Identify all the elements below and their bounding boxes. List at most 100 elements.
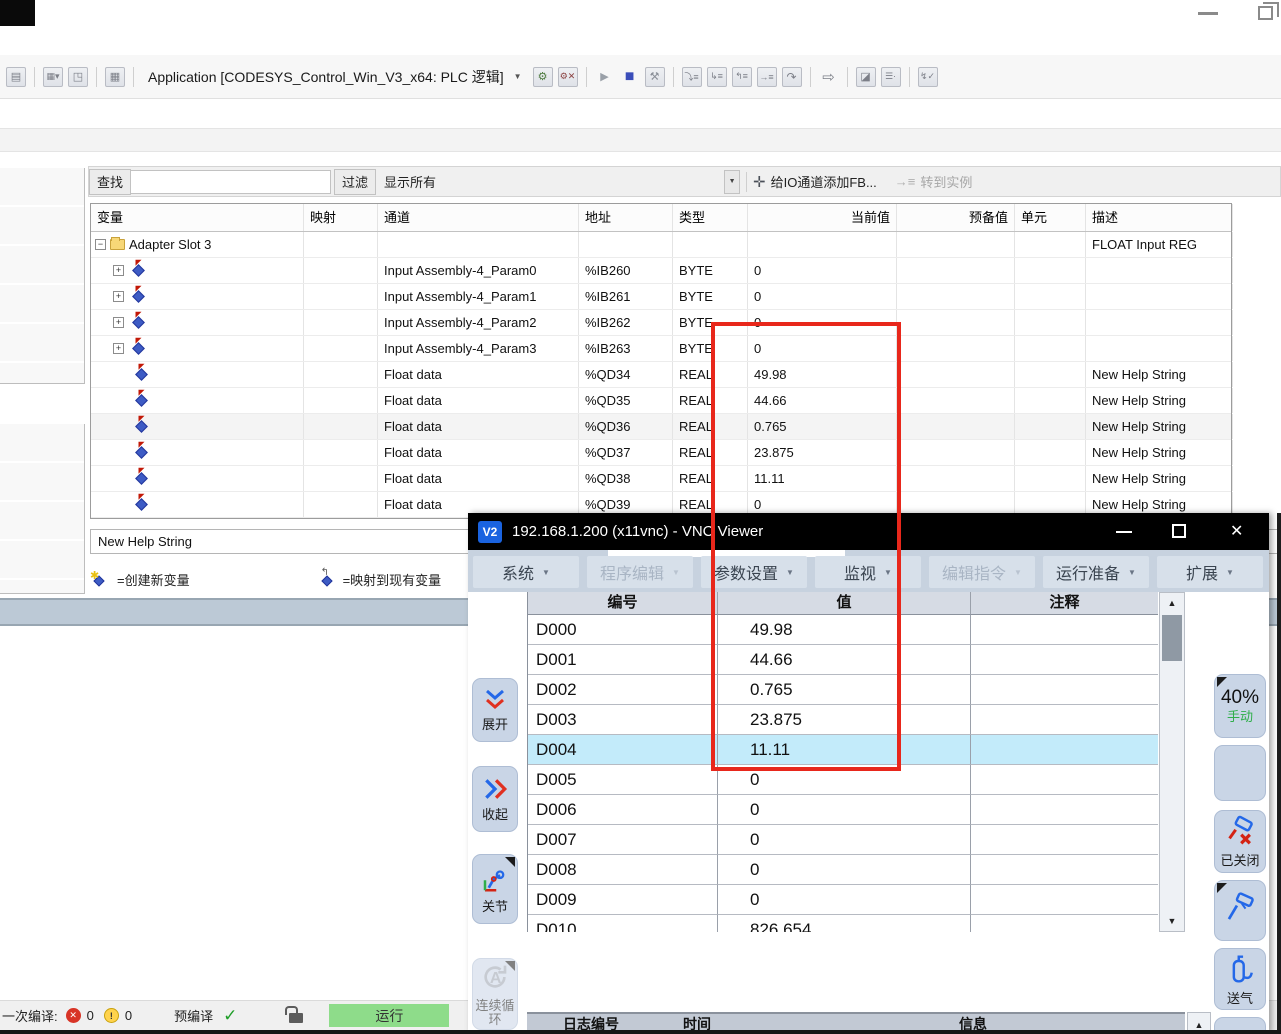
- column-header[interactable]: 变量: [91, 204, 304, 231]
- collapse-expander-icon[interactable]: −: [95, 239, 106, 250]
- plus-icon: ✛: [753, 173, 766, 191]
- mapping-cell: [304, 466, 378, 491]
- start-icon[interactable]: ▶: [595, 67, 615, 87]
- prepared-value-cell: [897, 310, 1015, 335]
- recompile-icon[interactable]: ↯✓: [918, 67, 938, 87]
- register-value-cell: 0: [718, 885, 971, 915]
- window-minimize-button[interactable]: [1198, 12, 1218, 15]
- expand-expander-icon[interactable]: +: [113, 317, 124, 328]
- scroll-up-icon[interactable]: ▲: [1160, 593, 1184, 613]
- register-comment-cell: [971, 705, 1158, 735]
- variable-mapping-icon: [132, 264, 145, 277]
- scrollbar-thumb[interactable]: [1162, 615, 1182, 661]
- current-value-cell: 0: [748, 258, 897, 283]
- sidebar-button-关节[interactable]: 关节: [472, 854, 518, 924]
- column-header[interactable]: 当前值: [748, 204, 897, 231]
- sidebar-button-40%[interactable]: 40%手动: [1214, 674, 1266, 738]
- torch-icon: [1224, 892, 1256, 929]
- table-row[interactable]: Float data%QD36REAL0.765New Help String: [91, 414, 1231, 440]
- expand-expander-icon[interactable]: +: [113, 291, 124, 302]
- register-table-scrollbar[interactable]: ▲ ▼: [1159, 592, 1185, 932]
- breakpoints-icon[interactable]: ⚒: [645, 67, 665, 87]
- table-row[interactable]: Float data%QD37REAL23.875New Help String: [91, 440, 1231, 466]
- table-row[interactable]: +Input Assembly-4_Param2%IB262BYTE0: [91, 310, 1231, 336]
- table-row[interactable]: − Adapter Slot 3 FLOAT Input REG: [91, 232, 1231, 258]
- table-row[interactable]: +Input Assembly-4_Param3%IB263BYTE0: [91, 336, 1231, 362]
- logout-icon[interactable]: ⚙✕: [558, 67, 578, 87]
- register-comment-cell: [971, 675, 1158, 705]
- address-cell: %IB260: [579, 258, 673, 283]
- register-row[interactable]: D0070: [528, 825, 1158, 855]
- register-row[interactable]: D0090: [528, 885, 1158, 915]
- prepared-value-cell: [897, 466, 1015, 491]
- sidebar-button-blank[interactable]: [1214, 745, 1266, 801]
- register-comment-cell: [971, 915, 1158, 932]
- column-header[interactable]: 映射: [304, 204, 378, 231]
- node-label: Adapter Slot 3: [129, 232, 211, 257]
- watchlist-icon[interactable]: ☰·: [881, 67, 901, 87]
- sidebar-button-送气[interactable]: 送气: [1214, 948, 1266, 1010]
- run-to-line-icon[interactable]: →≡: [757, 67, 777, 87]
- display-mode-icon[interactable]: ◪: [856, 67, 876, 87]
- step-out-icon[interactable]: ↰≡: [732, 67, 752, 87]
- unit-cell: [1015, 284, 1086, 309]
- expand-expander-icon[interactable]: +: [113, 265, 124, 276]
- export-icon[interactable]: ◳: [68, 67, 88, 87]
- add-fb-button[interactable]: ✛ 给IO通道添加FB...: [753, 172, 877, 191]
- description-cell: New Help String: [1086, 466, 1233, 491]
- table-row[interactable]: +Input Assembly-4_Param1%IB261BYTE0: [91, 284, 1231, 310]
- vnc-tab-6[interactable]: 运行准备▼: [1043, 556, 1149, 588]
- last-compile-label: 一次编译:: [2, 1006, 58, 1025]
- vnc-tab-7[interactable]: 扩展 ▼: [1157, 556, 1263, 588]
- column-header[interactable]: 单元: [1015, 204, 1086, 231]
- goto-instance-button[interactable]: →≡ 转到实例: [895, 172, 973, 191]
- vnc-close-button[interactable]: ✕: [1230, 521, 1243, 541]
- column-header[interactable]: 预备值: [897, 204, 1015, 231]
- run-status-button[interactable]: 运行: [329, 1004, 449, 1027]
- register-row[interactable]: D0080: [528, 855, 1158, 885]
- scroll-down-icon[interactable]: ▼: [1160, 911, 1184, 931]
- chevron-down-icon[interactable]: ▼: [724, 170, 740, 194]
- column-header[interactable]: 描述: [1086, 204, 1233, 231]
- column-header[interactable]: 地址: [579, 204, 673, 231]
- window-restore-button[interactable]: [1258, 6, 1273, 20]
- tab-label: 扩展: [1186, 560, 1218, 584]
- vnc-maximize-button[interactable]: [1172, 524, 1186, 538]
- register-row[interactable]: D010826.654: [528, 915, 1158, 932]
- column-header[interactable]: 通道: [378, 204, 579, 231]
- table-row[interactable]: Float data%QD34REAL49.98New Help String: [91, 362, 1231, 388]
- library-dropdown-icon[interactable]: ▦▾: [43, 67, 63, 87]
- channel-cell: Input Assembly-4_Param2: [378, 310, 579, 335]
- filter-combobox[interactable]: 显示所有 ▼: [376, 169, 740, 195]
- column-header: 注释: [971, 592, 1158, 615]
- next-statement-icon[interactable]: ⇨: [819, 67, 839, 87]
- sidebar-button-收起[interactable]: 收起: [472, 766, 518, 832]
- vnc-tab-1[interactable]: 系统▼: [473, 556, 579, 588]
- build-icon[interactable]: ▦: [105, 67, 125, 87]
- stop-icon[interactable]: ■: [620, 67, 640, 87]
- map-variable-icon: ↰: [320, 573, 333, 586]
- description-cell: FLOAT Input REG: [1086, 232, 1233, 257]
- sidebar-button-torch[interactable]: [1214, 880, 1266, 941]
- step-into-icon[interactable]: ↳≡: [707, 67, 727, 87]
- table-row[interactable]: Float data%QD38REAL11.11New Help String: [91, 466, 1231, 492]
- address-cell: %IB262: [579, 310, 673, 335]
- expand-expander-icon[interactable]: +: [113, 343, 124, 354]
- flow-control-icon[interactable]: ↷: [782, 67, 802, 87]
- login-icon[interactable]: ⚙: [533, 67, 553, 87]
- table-row[interactable]: +Input Assembly-4_Param0%IB260BYTE0: [91, 258, 1231, 284]
- sidebar-button-已关闭[interactable]: 已关闭: [1214, 810, 1266, 873]
- screen-bottom-strip: [0, 1030, 1281, 1034]
- chevron-down-icon: ▼: [1226, 568, 1234, 577]
- application-combobox[interactable]: Application [CODESYS_Control_Win_V3_x64:…: [142, 65, 528, 89]
- register-value-cell: 826.654: [718, 915, 971, 932]
- vnc-tab-2: 程序编辑▼: [587, 556, 693, 588]
- vnc-minimize-button[interactable]: [1116, 531, 1132, 533]
- find-input[interactable]: [131, 170, 331, 194]
- column-header[interactable]: 类型: [673, 204, 748, 231]
- table-row[interactable]: Float data%QD35REAL44.66New Help String: [91, 388, 1231, 414]
- paste-icon[interactable]: ▤: [6, 67, 26, 87]
- step-over-icon[interactable]: ⤵≡: [682, 67, 702, 87]
- sidebar-button-展开[interactable]: 展开: [472, 678, 518, 742]
- register-row[interactable]: D0060: [528, 795, 1158, 825]
